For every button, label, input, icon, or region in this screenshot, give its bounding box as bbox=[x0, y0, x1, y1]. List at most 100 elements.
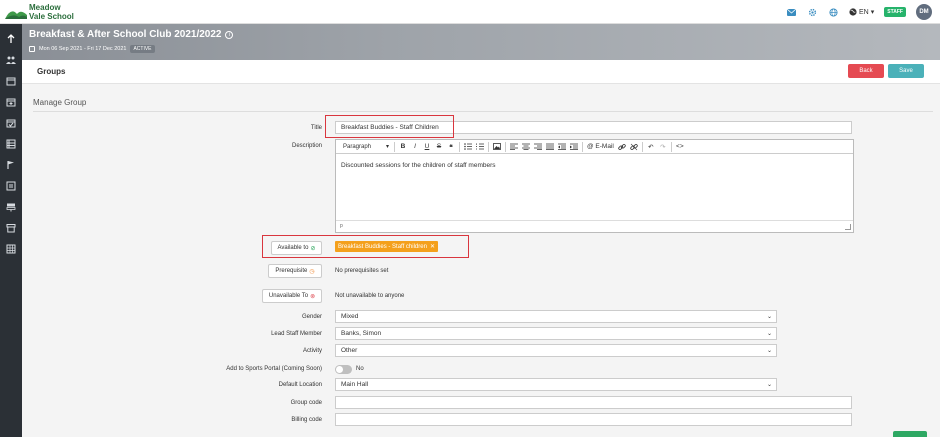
top-bar: Meadow Vale School EN ▾ STAFF DM bbox=[0, 0, 940, 24]
sidebar bbox=[0, 24, 22, 437]
language-label: EN bbox=[859, 8, 869, 16]
link-icon[interactable] bbox=[616, 141, 628, 153]
sidebar-signpost-icon[interactable] bbox=[4, 200, 18, 214]
sidebar-archive-icon[interactable] bbox=[4, 221, 18, 235]
sports-portal-toggle[interactable] bbox=[335, 365, 352, 374]
school-name-line2: Vale School bbox=[29, 12, 74, 21]
sidebar-upload-icon[interactable] bbox=[4, 32, 18, 46]
billing-code-input[interactable] bbox=[335, 413, 852, 426]
source-code-icon[interactable]: <> bbox=[674, 141, 686, 153]
unavailable-to-value: Not unavailable to anyone bbox=[335, 293, 405, 299]
outdent-icon[interactable] bbox=[556, 141, 568, 153]
save-button[interactable]: Save bbox=[888, 64, 924, 78]
group-code-label: Group code bbox=[290, 400, 322, 406]
description-editor[interactable]: Paragraph ▾ B I U S ❝ @ E-Mail ↶ ↷ <> Di… bbox=[335, 139, 854, 233]
indent-icon[interactable] bbox=[568, 141, 580, 153]
block-format-label: Paragraph bbox=[343, 143, 372, 150]
bottom-save-button[interactable] bbox=[893, 431, 927, 437]
billing-code-label: Billing code bbox=[291, 417, 322, 423]
school-name-line1: Meadow bbox=[29, 3, 61, 12]
activity-select[interactable]: Other ⌄ bbox=[335, 344, 777, 357]
editor-toolbar: Paragraph ▾ B I U S ❝ @ E-Mail ↶ ↷ <> bbox=[336, 140, 853, 154]
toolbar-divider bbox=[488, 141, 489, 152]
editor-content[interactable]: Discounted sessions for the children of … bbox=[341, 162, 496, 169]
section-divider bbox=[33, 111, 933, 112]
logo-hills-icon bbox=[5, 11, 27, 19]
resize-handle-icon[interactable] bbox=[845, 224, 851, 230]
block-format-select[interactable]: Paragraph ▾ bbox=[340, 141, 392, 153]
align-right-icon[interactable] bbox=[532, 141, 544, 153]
status-badge: ACTIVE bbox=[130, 45, 155, 53]
language-selector[interactable]: EN ▾ bbox=[849, 8, 874, 16]
location-label: Default Location bbox=[278, 382, 322, 388]
gender-label: Gender bbox=[301, 314, 322, 320]
gear-icon[interactable] bbox=[807, 7, 818, 18]
bold-icon[interactable]: B bbox=[397, 141, 409, 153]
sidebar-list-icon[interactable] bbox=[4, 137, 18, 151]
activity-value: Other bbox=[341, 347, 358, 354]
sidebar-table-icon[interactable] bbox=[4, 242, 18, 256]
back-button[interactable]: Back bbox=[848, 64, 884, 78]
club-date-range: Mon 06 Sep 2021 - Fri 17 Dec 2021 bbox=[39, 46, 127, 52]
email-link-label: E-Mail bbox=[595, 143, 614, 150]
gender-select[interactable]: Mixed ⌄ bbox=[335, 310, 777, 323]
undo-icon[interactable]: ↶ bbox=[645, 141, 657, 153]
toolbar-divider bbox=[459, 141, 460, 152]
toolbar-divider bbox=[670, 141, 672, 152]
available-to-highlight-box bbox=[262, 235, 469, 258]
toolbar-divider bbox=[582, 141, 583, 152]
club-header: Breakfast & After School Club 2021/2022 … bbox=[22, 24, 940, 60]
toggle-knob bbox=[336, 366, 343, 373]
clock-icon: ◷ bbox=[309, 268, 315, 275]
quote-icon[interactable]: ❝ bbox=[445, 141, 457, 153]
lead-staff-value: Banks, Simon bbox=[341, 330, 382, 337]
sidebar-flag-icon[interactable] bbox=[4, 158, 18, 172]
toolbar-divider bbox=[505, 141, 506, 152]
mail-icon[interactable] bbox=[786, 7, 797, 18]
user-avatar[interactable]: DM bbox=[916, 4, 932, 20]
image-icon[interactable] bbox=[491, 141, 503, 153]
toolbar-divider bbox=[394, 141, 395, 152]
align-left-icon[interactable] bbox=[508, 141, 520, 153]
info-icon[interactable]: i bbox=[225, 30, 234, 39]
sports-portal-label: Add to Sports Portal (Coming Soon) bbox=[226, 366, 322, 372]
lead-staff-label: Lead Staff Member bbox=[271, 331, 322, 337]
numbered-list-icon[interactable] bbox=[474, 141, 486, 153]
unavailable-to-button[interactable]: Unavailable To ⊗ bbox=[262, 289, 322, 303]
activity-label: Activity bbox=[302, 348, 322, 354]
school-logo[interactable]: Meadow Vale School bbox=[5, 2, 75, 22]
chevron-down-icon: ⌄ bbox=[766, 348, 772, 354]
group-code-input[interactable] bbox=[335, 396, 852, 409]
element-path: p bbox=[340, 223, 343, 229]
club-title-text: Breakfast & After School Club 2021/2022 bbox=[29, 29, 222, 40]
chevron-down-icon: ⌄ bbox=[766, 331, 772, 337]
unlink-icon[interactable] bbox=[628, 141, 640, 153]
editor-statusbar: p bbox=[336, 220, 853, 232]
sidebar-calendar-icon[interactable] bbox=[4, 74, 18, 88]
align-center-icon[interactable] bbox=[520, 141, 532, 153]
underline-icon[interactable]: U bbox=[421, 141, 433, 153]
chevron-down-icon: ⌄ bbox=[766, 382, 772, 388]
sidebar-calendar-add-icon[interactable] bbox=[4, 95, 18, 109]
redo-icon[interactable]: ↷ bbox=[657, 141, 669, 153]
email-link-button[interactable]: @ E-Mail bbox=[585, 141, 616, 153]
sidebar-calendar-check-icon[interactable] bbox=[4, 116, 18, 130]
italic-icon[interactable]: I bbox=[409, 141, 421, 153]
staff-badge: STAFF bbox=[884, 7, 906, 17]
top-actions: EN ▾ STAFF DM bbox=[786, 4, 932, 20]
prerequisite-button[interactable]: Prerequisite ◷ bbox=[268, 264, 322, 278]
description-label: Description bbox=[291, 143, 322, 149]
sidebar-people-icon[interactable] bbox=[4, 53, 18, 67]
sidebar-register-icon[interactable] bbox=[4, 179, 18, 193]
network-globe-icon[interactable] bbox=[828, 7, 839, 18]
title-highlight-box bbox=[325, 115, 454, 138]
toolbar-divider bbox=[641, 141, 643, 152]
align-justify-icon[interactable] bbox=[544, 141, 556, 153]
lead-staff-select[interactable]: Banks, Simon ⌄ bbox=[335, 327, 777, 340]
strikethrough-icon[interactable]: S bbox=[433, 141, 445, 153]
club-title: Breakfast & After School Club 2021/2022 … bbox=[29, 29, 234, 40]
at-icon: @ bbox=[587, 143, 594, 150]
location-value: Main Hall bbox=[341, 381, 369, 388]
location-select[interactable]: Main Hall ⌄ bbox=[335, 378, 777, 391]
bullet-list-icon[interactable] bbox=[462, 141, 474, 153]
